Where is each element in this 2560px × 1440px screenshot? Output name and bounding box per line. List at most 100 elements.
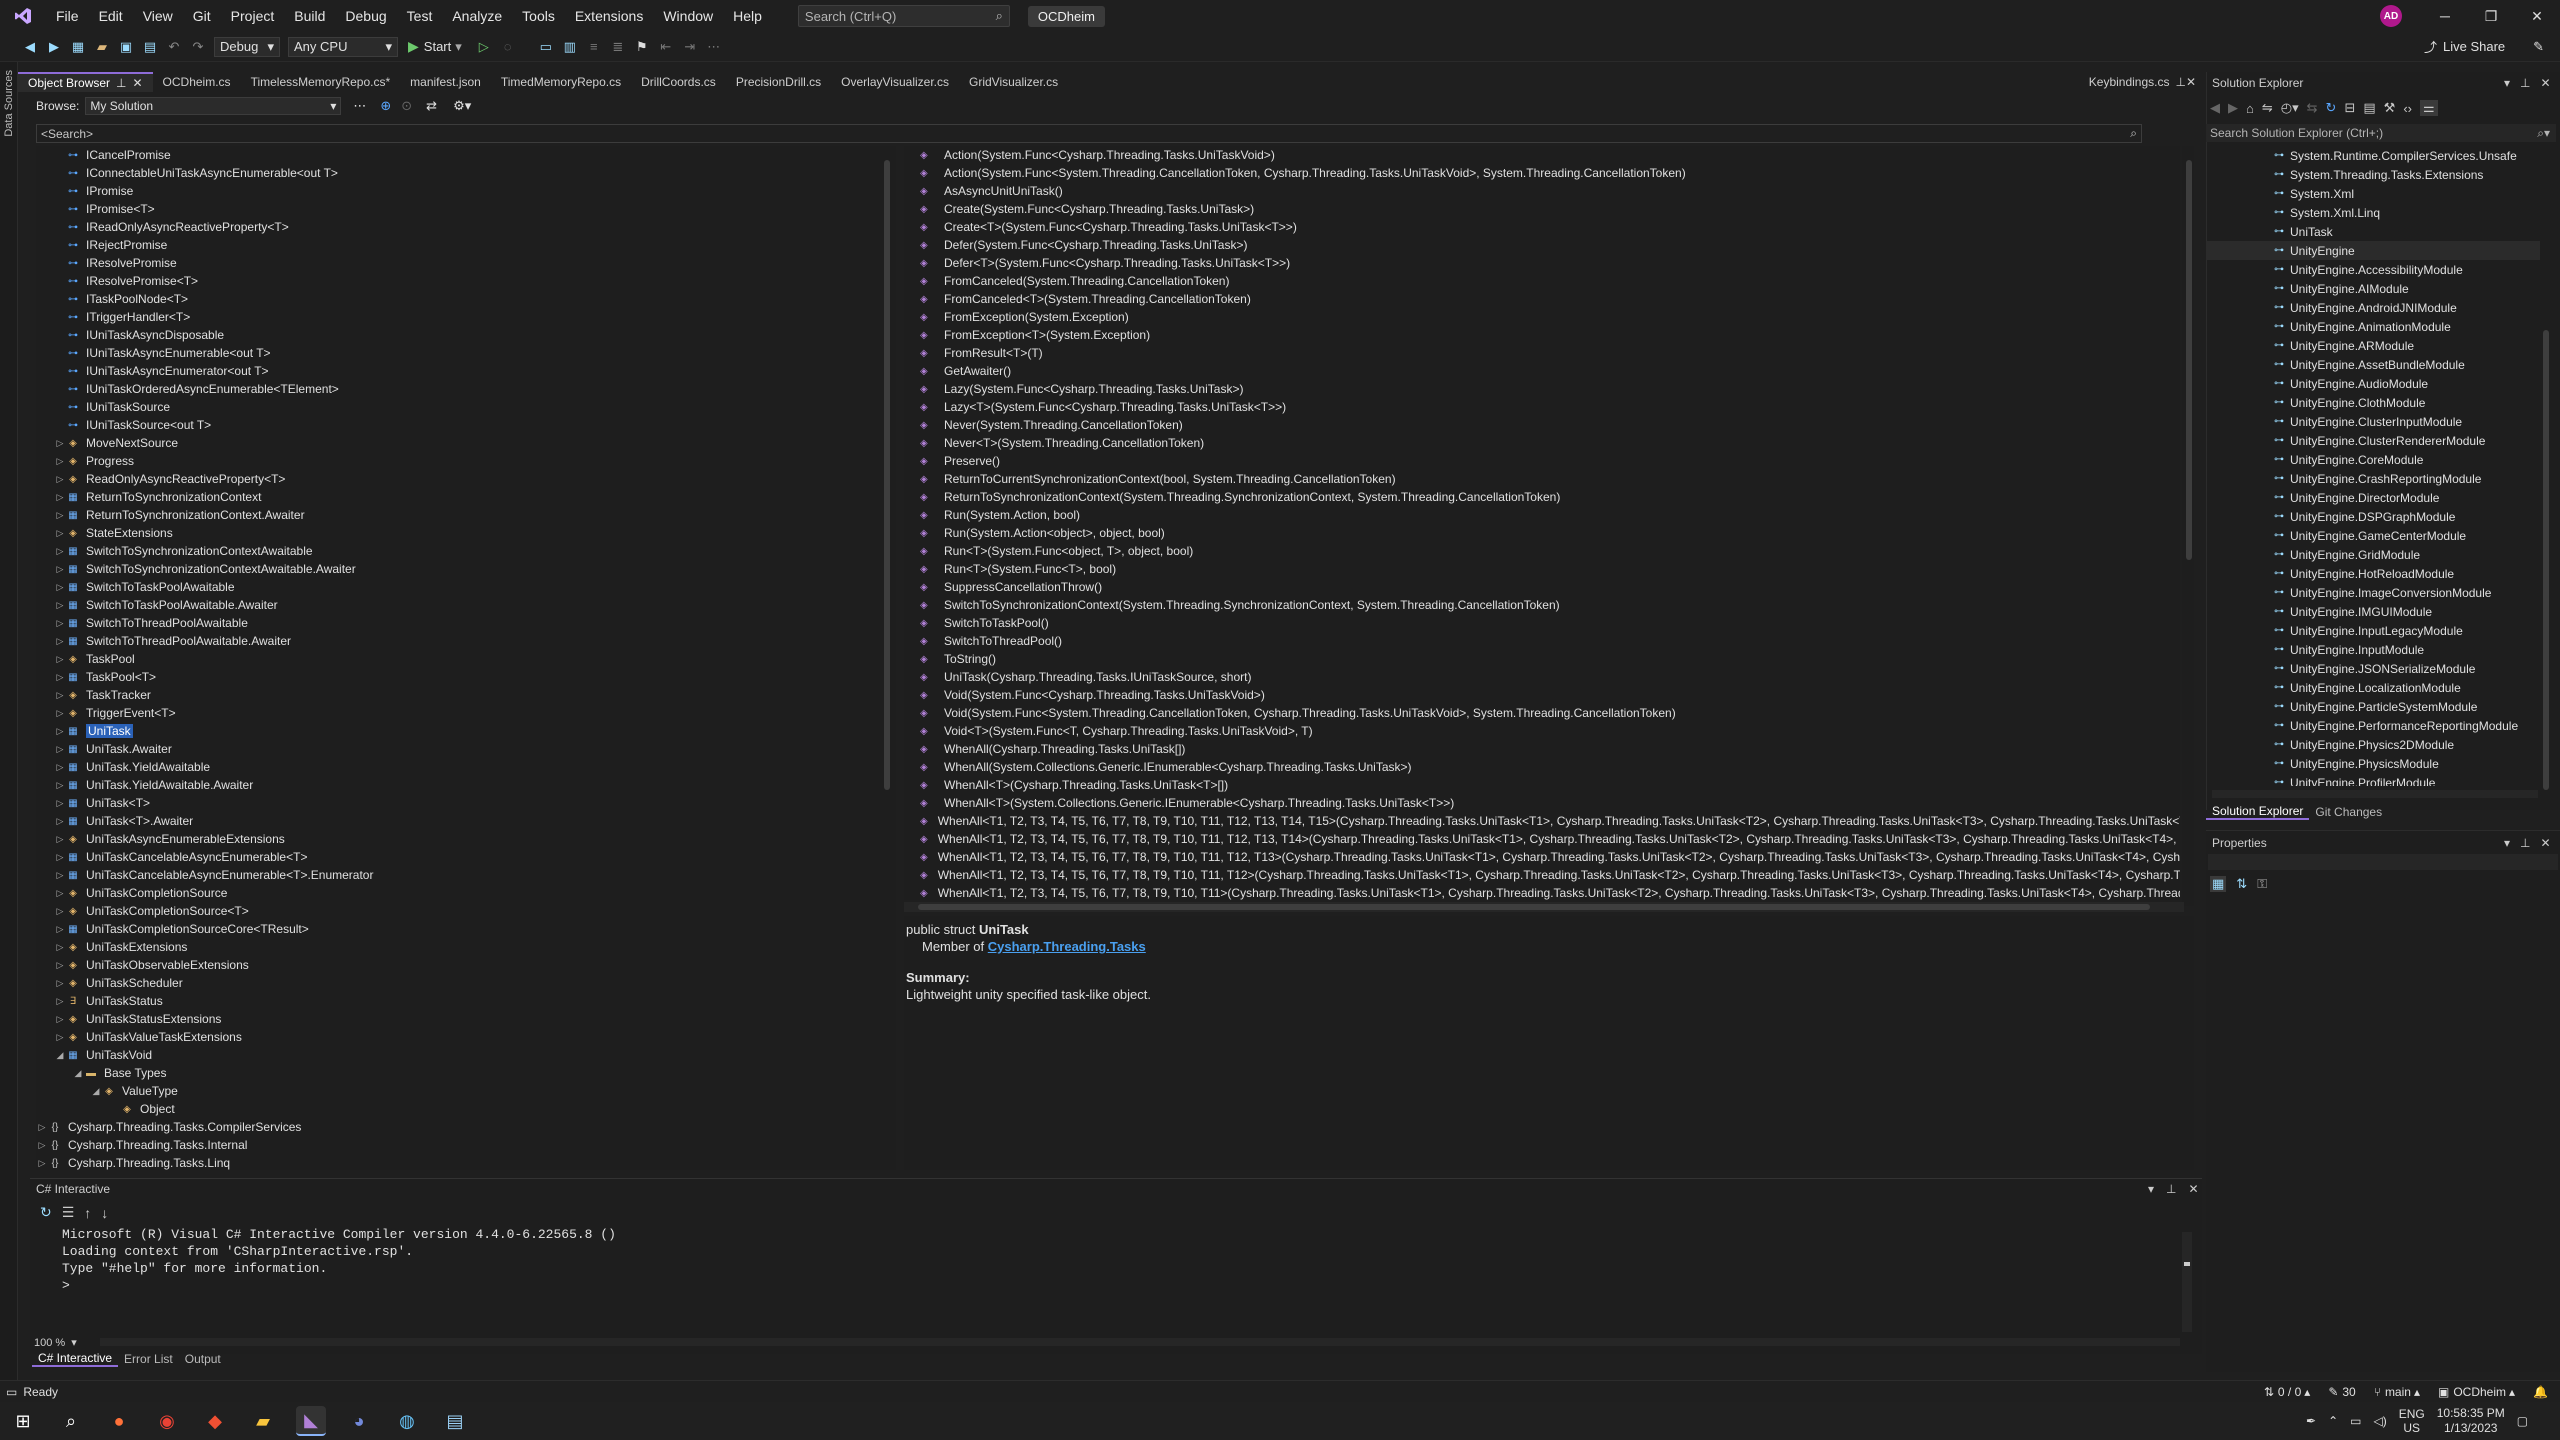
tree-node[interactable]: ⊶ IUniTaskAsyncDisposable [36, 326, 896, 344]
reference-item[interactable]: ⊶ UnityEngine.AndroidJNIModule [2206, 298, 2540, 317]
menu-item-file[interactable]: File [46, 0, 89, 32]
bookmark-icon[interactable]: ⚑ [630, 36, 654, 58]
expand-toggle-icon[interactable]: ▷ [54, 1014, 66, 1025]
expand-toggle-icon[interactable]: ◢ [90, 1086, 102, 1097]
member-row[interactable]: ◈ ReturnToCurrentSynchronizationContext(b… [904, 470, 2180, 488]
member-row[interactable]: ◈ WhenAll(System.Collections.Generic.IEnu… [904, 758, 2180, 776]
reference-item[interactable]: ⊶ UnityEngine.AudioModule [2206, 374, 2540, 393]
member-row[interactable]: ◈ Never<T>(System.Threading.CancellationT… [904, 434, 2180, 452]
expand-toggle-icon[interactable]: ▷ [54, 888, 66, 899]
close-icon[interactable]: ✕ [2540, 836, 2550, 850]
document-tab[interactable]: Object Browser ⊥ ✕ [18, 72, 153, 92]
clock[interactable]: 10:58:35 PM 1/13/2023 [2437, 1406, 2505, 1436]
reference-item[interactable]: ⊶ UnityEngine.AccessibilityModule [2206, 260, 2540, 279]
reference-item[interactable]: ⊶ UnityEngine.ProfilerModule [2206, 773, 2540, 787]
expand-toggle-icon[interactable]: ▷ [54, 672, 66, 683]
reference-item[interactable]: ⊶ UnityEngine.InputLegacyModule [2206, 621, 2540, 640]
save-icon[interactable]: ▣ [114, 36, 138, 58]
search-icon[interactable]: ⌕ [2130, 126, 2137, 141]
expand-toggle-icon[interactable]: ▷ [54, 870, 66, 881]
expand-toggle-icon[interactable]: ▷ [54, 510, 66, 521]
tree-node[interactable]: ◢ ▦ UniTaskVoid [36, 1046, 896, 1064]
reference-item[interactable]: ⊶ UnityEngine.ParticleSystemModule [2206, 697, 2540, 716]
bottom-tab[interactable]: C# Interactive [32, 1351, 119, 1367]
toolbar-overflow-icon[interactable]: ⋯ [702, 36, 726, 58]
bottom-tab[interactable]: Error List [118, 1352, 179, 1366]
tree-node[interactable]: ▷ ◈ UniTaskCompletionSource [36, 884, 896, 902]
reference-item[interactable]: ⊶ UnityEngine.GameCenterModule [2206, 526, 2540, 545]
member-row[interactable]: ◈ SwitchToSynchronizationContext(System.T… [904, 596, 2180, 614]
tree-node[interactable]: ⊶ IResolvePromise<T> [36, 272, 896, 290]
se-scrollbar-thumb[interactable] [2543, 330, 2549, 790]
member-row[interactable]: ◈ Run(System.Action, bool) [904, 506, 2180, 524]
document-tab[interactable]: Keybindings.cs ⊥ ✕ [2079, 72, 2206, 92]
reference-item[interactable]: ⊶ UnityEngine.HotReloadModule [2206, 564, 2540, 583]
tree-node[interactable]: ▷ ▦ SwitchToThreadPoolAwaitable.Awaiter [36, 632, 896, 650]
back-icon[interactable]: ◀ [18, 36, 42, 58]
sync-icon[interactable]: ⇆ [2307, 100, 2318, 116]
close-icon[interactable]: ✕ [2514, 0, 2560, 32]
pin-icon[interactable]: ⊥ [116, 76, 126, 90]
reference-item[interactable]: ⊶ UnityEngine.DSPGraphModule [2206, 507, 2540, 526]
menu-item-build[interactable]: Build [284, 0, 335, 32]
tree-node[interactable]: ▷ ◈ UniTaskExtensions [36, 938, 896, 956]
document-tab[interactable]: OverlayVisualizer.cs [831, 72, 959, 92]
member-row[interactable]: ◈ Create(System.Func<Cysharp.Threading.Ta… [904, 200, 2180, 218]
tree-node[interactable]: ▷ ▦ SwitchToSynchronizationContextAwaitabl… [36, 542, 896, 560]
tree-node[interactable]: ▷ ▦ UniTask.YieldAwaitable [36, 758, 896, 776]
comment-icon[interactable]: ≣ [606, 36, 630, 58]
menu-item-tools[interactable]: Tools [512, 0, 565, 32]
bottom-tab[interactable]: Output [179, 1352, 227, 1366]
expand-toggle-icon[interactable]: ▷ [54, 906, 66, 917]
history-down-icon[interactable]: ↓ [101, 1205, 108, 1221]
reset-icon[interactable]: ↻ [40, 1204, 52, 1221]
notepad-icon[interactable]: ▤ [440, 1406, 470, 1436]
open-folder-icon[interactable]: ▰ [90, 36, 114, 58]
tree-node[interactable]: ⊶ IReadOnlyAsyncReactiveProperty<T> [36, 218, 896, 236]
tree-node[interactable]: ▷ ▦ UniTaskCompletionSourceCore<TResult> [36, 920, 896, 938]
tree-node[interactable]: ▷ ▦ UniTask.Awaiter [36, 740, 896, 758]
forward-icon[interactable]: ▶ [42, 36, 66, 58]
more-options-icon[interactable]: ⋯ [353, 98, 366, 114]
tree-node[interactable]: ⊶ IUniTaskOrderedAsyncEnumerable<TElement… [36, 380, 896, 398]
home-icon[interactable]: ⌂ [2246, 101, 2254, 116]
reference-item[interactable]: ⊶ UnityEngine.Physics2DModule [2206, 735, 2540, 754]
reference-item[interactable]: ⊶ UnityEngine.PerformanceReportingModule [2206, 716, 2540, 735]
changes-indicator[interactable]: ⇅ 0 / 0 ▴ [2264, 1385, 2310, 1399]
git-icon[interactable]: ◆ [200, 1406, 230, 1436]
tree-node[interactable]: ▷ ◈ TaskPool [36, 650, 896, 668]
chevron-up-icon[interactable]: ⌃ [2328, 1414, 2338, 1428]
menu-item-debug[interactable]: Debug [335, 0, 396, 32]
member-row[interactable]: ◈ ReturnToSynchronizationContext(System.T… [904, 488, 2180, 506]
notifications-icon[interactable]: ▢ [2517, 1414, 2528, 1428]
member-row[interactable]: ◈ WhenAll<T>(Cysharp.Threading.Tasks.UniT… [904, 776, 2180, 794]
tree-node[interactable]: ⊶ IUniTaskAsyncEnumerable<out T> [36, 344, 896, 362]
member-row[interactable]: ◈ FromException(System.Exception) [904, 308, 2180, 326]
tree-node[interactable]: ▷ ▦ UniTaskCancelableAsyncEnumerable<T> [36, 848, 896, 866]
tree-node[interactable]: ▷ ▦ UniTask<T> [36, 794, 896, 812]
reference-item[interactable]: ⊶ UnityEngine.ClusterInputModule [2206, 412, 2540, 431]
member-row[interactable]: ◈ Lazy(System.Func<Cysharp.Threading.Task… [904, 380, 2180, 398]
menu-item-analyze[interactable]: Analyze [442, 0, 512, 32]
tree-node[interactable]: ⊶ IPromise [36, 182, 896, 200]
minimize-icon[interactable]: ─ [2422, 0, 2468, 32]
forward-icon[interactable]: ▶ [2228, 100, 2238, 116]
reference-item[interactable]: ⊶ UnityEngine.LocalizationModule [2206, 678, 2540, 697]
reference-item[interactable]: ⊶ UnityEngine.AIModule [2206, 279, 2540, 298]
tree-node[interactable]: ▷ ◈ UniTaskValueTaskExtensions [36, 1028, 896, 1046]
tree-node[interactable]: ▷ ▦ UniTaskCancelableAsyncEnumerable<T>.En… [36, 866, 896, 884]
reference-item[interactable]: ⊶ System.Threading.Tasks.Extensions [2206, 165, 2540, 184]
clear-icon[interactable]: ☰ [62, 1204, 75, 1221]
visual-studio-icon[interactable]: ◣ [296, 1406, 326, 1436]
expand-toggle-icon[interactable]: ▷ [54, 564, 66, 575]
undo-icon[interactable]: ↶ [162, 36, 186, 58]
close-icon[interactable]: ✕ [2188, 1182, 2198, 1196]
settings-icon[interactable]: ⚌ [2419, 100, 2438, 116]
switch-views-icon[interactable]: ⇋ [2262, 100, 2273, 116]
tree-node[interactable]: ▷ ∃ UniTaskStatus [36, 992, 896, 1010]
live-share-button[interactable]: ⤴ Live Share ✎ [2424, 37, 2544, 56]
document-tab[interactable]: manifest.json [400, 72, 491, 92]
se-horizontal-scrollbar[interactable] [2212, 790, 2538, 798]
properties-icon[interactable]: ⚒ [2384, 100, 2396, 116]
expand-toggle-icon[interactable]: ▷ [54, 852, 66, 863]
